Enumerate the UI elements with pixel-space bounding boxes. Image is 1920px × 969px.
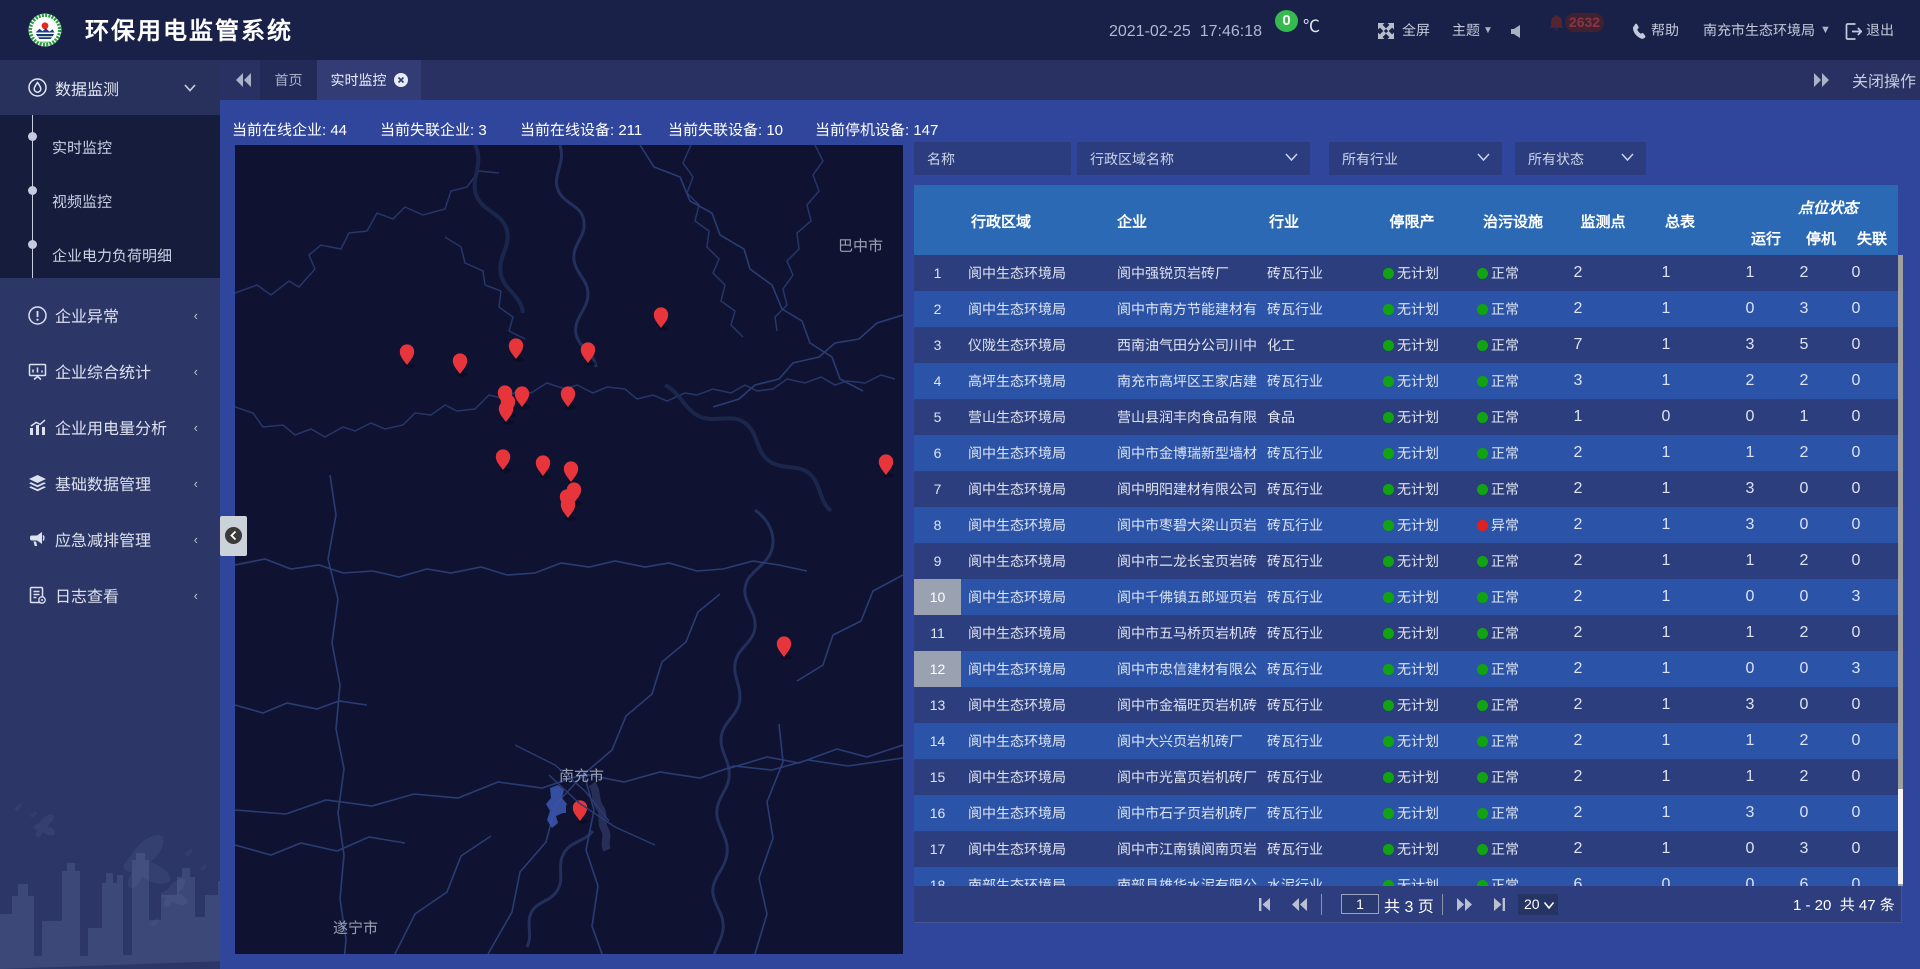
svg-text:南充市: 南充市 [559,768,604,785]
svg-text:遂宁市: 遂宁市 [333,920,378,937]
svg-text:巴中市: 巴中市 [838,238,883,255]
